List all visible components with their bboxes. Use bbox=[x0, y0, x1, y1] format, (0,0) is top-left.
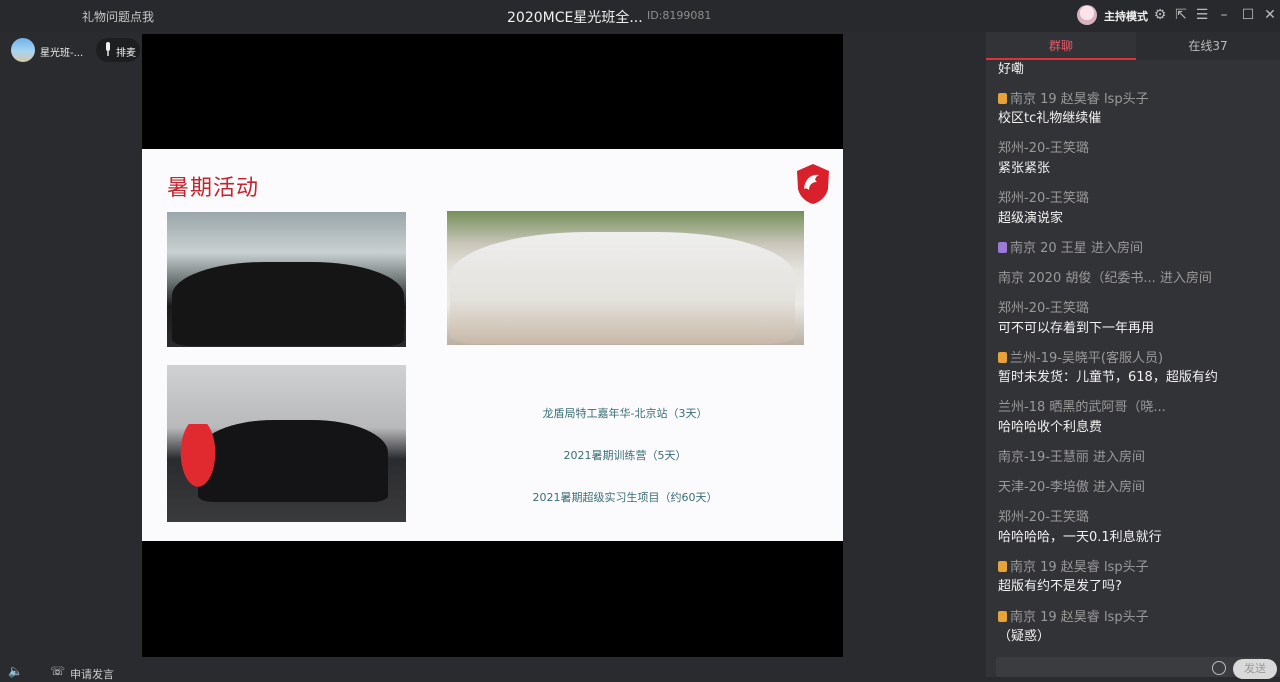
chat-sender-name[interactable]: 郑州-20-王笑璐 bbox=[998, 187, 1089, 206]
room-title: 2020MCE星光班全... bbox=[507, 10, 643, 26]
level-badge-icon bbox=[998, 561, 1007, 572]
chat-message-text: 暂时未发货：儿童节，618，超版有约 bbox=[998, 370, 1218, 385]
group-photo-1-people bbox=[172, 262, 404, 346]
emoji-icon[interactable] bbox=[1212, 661, 1226, 675]
level-badge-icon bbox=[998, 611, 1007, 622]
chat-sender-text: 南京 19 赵昊睿 lsp头子 bbox=[1010, 610, 1149, 625]
chat-sender-text: 郑州-20-王笑璐 bbox=[998, 191, 1089, 206]
bottom-toolbar bbox=[0, 657, 985, 677]
chat-message-list[interactable]: 好嘞 南京 19 赵昊睿 lsp头子 校区tc礼物继续催 郑州-20-王笑璐 紧张紧张郑… bbox=[986, 56, 1280, 654]
close-icon[interactable]: ✕ bbox=[1262, 7, 1278, 23]
apply-speak-button[interactable]: 申请发言 bbox=[70, 666, 114, 682]
chat-message-text: 哈哈哈收个利息费 bbox=[998, 420, 1103, 435]
gift-help-link[interactable]: 礼物问题点我 bbox=[82, 8, 154, 25]
phone-icon[interactable]: ☏ bbox=[50, 664, 65, 678]
send-button[interactable]: 发送 bbox=[1233, 659, 1277, 679]
chat-sender-name[interactable]: 郑州-20-王笑璐 bbox=[998, 506, 1089, 525]
chat-message-text: 紧张紧张 bbox=[998, 161, 1051, 176]
level-badge-icon bbox=[998, 93, 1007, 104]
chat-sender-name[interactable]: 天津-20-李培傲 进入房间 bbox=[998, 476, 1145, 495]
maximize-icon[interactable]: ☐ bbox=[1240, 7, 1256, 23]
chat-sender-name[interactable]: 南京 19 赵昊睿 lsp头子 bbox=[998, 556, 1149, 575]
chat-message-text: 超版有约不是发了吗? bbox=[998, 579, 1122, 594]
slide-item-2: 2021暑期训练营（5天） bbox=[563, 449, 687, 462]
msi-dragon-statue bbox=[176, 424, 220, 496]
user-name: 星光班-... bbox=[40, 48, 84, 59]
chat-sender-name[interactable]: 兰州-18 晒黑的武阿哥（晓... bbox=[998, 396, 1166, 415]
mic-icon bbox=[106, 42, 110, 56]
slide-item-3: 2021暑期超级实习生项目（约60天） bbox=[532, 491, 718, 504]
chat-sender-name[interactable]: 南京 19 赵昊睿 lsp头子 bbox=[998, 606, 1149, 625]
chat-sender-name[interactable]: 郑州-20-王笑璐 bbox=[998, 297, 1089, 316]
chat-sender-name[interactable]: 南京-19-王慧丽 进入房间 bbox=[998, 446, 1145, 465]
participant-panel bbox=[0, 32, 142, 657]
slide-item-1: 龙盾局特工嘉年华-北京站（3天） bbox=[542, 407, 708, 420]
group-photo-3-people bbox=[198, 420, 388, 502]
host-avatar[interactable] bbox=[1077, 5, 1097, 25]
chat-sender-name[interactable]: 南京 20 王星 进入房间 bbox=[998, 237, 1143, 256]
group-photo-2-people bbox=[450, 232, 795, 344]
chat-sender-text: 南京-19-王慧丽 进入房间 bbox=[998, 450, 1146, 465]
chat-sender-name[interactable]: 南京 19 赵昊睿 lsp头子 bbox=[998, 88, 1149, 107]
chat-sender-text: 郑州-20-王笑璐 bbox=[998, 141, 1089, 156]
user-avatar[interactable] bbox=[11, 38, 35, 62]
chat-sender-text: 天津-20-李培傲 进入房间 bbox=[998, 480, 1146, 495]
chat-sender-text: 郑州-20-王笑璐 bbox=[998, 510, 1089, 525]
popout-icon[interactable]: ⇱ bbox=[1173, 7, 1189, 23]
chat-message-text: 好嘞 bbox=[998, 62, 1025, 77]
chat-sender-name[interactable]: 郑州-20-王笑璐 bbox=[998, 137, 1089, 156]
room-id: ID:8199081 bbox=[647, 9, 712, 22]
slide-title: 暑期活动 bbox=[167, 176, 260, 201]
level-badge-icon bbox=[998, 352, 1007, 363]
chat-message-text: （疑惑） bbox=[998, 629, 1051, 644]
chat-sender-name[interactable]: 兰州-19-吴晓平(客服人员) bbox=[998, 347, 1163, 366]
chat-sender-text: 南京 19 赵昊睿 lsp头子 bbox=[1010, 92, 1149, 107]
msi-logo bbox=[797, 164, 829, 204]
minimize-icon[interactable]: – bbox=[1216, 7, 1232, 23]
mic-queue-label: 排麦 bbox=[116, 48, 136, 59]
settings-icon[interactable]: ⚙ bbox=[1152, 7, 1168, 23]
chat-sender-text: 南京 2020 胡俊（纪委书... 进入房间 bbox=[998, 271, 1212, 286]
chat-sender-text: 南京 19 赵昊睿 lsp头子 bbox=[1010, 560, 1149, 575]
chat-message-text: 哈哈哈哈，一天0.1利息就行 bbox=[998, 530, 1162, 545]
host-mode-label[interactable]: 主持模式 bbox=[1104, 8, 1148, 24]
menu-icon[interactable]: ☰ bbox=[1194, 7, 1210, 23]
chat-message-text: 超级演说家 bbox=[998, 211, 1064, 226]
chat-sender-text: 兰州-19-吴晓平(客服人员) bbox=[1010, 351, 1164, 366]
chat-sender-name[interactable]: 南京 2020 胡俊（纪委书... 进入房间 bbox=[998, 267, 1212, 286]
chat-sender-text: 兰州-18 晒黑的武阿哥（晓... bbox=[998, 400, 1166, 415]
speaker-icon[interactable]: 🔈 bbox=[8, 664, 23, 678]
chat-message-text: 校区tc礼物继续催 bbox=[998, 111, 1102, 126]
chat-message-text: 可不可以存着到下一年再用 bbox=[998, 321, 1155, 336]
chat-sender-text: 南京 20 王星 进入房间 bbox=[1010, 241, 1143, 256]
chat-sender-text: 郑州-20-王笑璐 bbox=[998, 301, 1089, 316]
level-badge-icon bbox=[998, 242, 1007, 253]
